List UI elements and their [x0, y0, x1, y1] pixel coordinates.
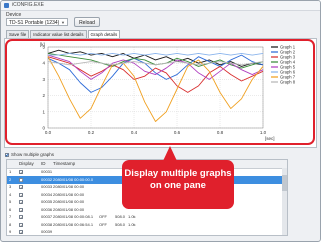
app-window: iCONFIG.EXE Device TD-S1 Portable (1234)… [0, 0, 321, 242]
row-display-checkbox[interactable]: ✓ [19, 185, 23, 190]
show-multiple-graphs-checkbox[interactable] [5, 153, 9, 157]
row-timestamp: 2080/01/08 00:06:54.1 [53, 221, 94, 227]
row-id: 00039 [41, 229, 53, 234]
tab-bar: Save file Indicator value list details G… [6, 30, 121, 39]
row-number: 9 [9, 229, 12, 234]
row-number: 8 [9, 221, 12, 227]
row-id: 00034 [41, 191, 53, 197]
graph-highlight-frame [5, 39, 315, 145]
header-id[interactable]: ID [41, 161, 46, 166]
tab-indicator-value-list[interactable]: Indicator value list details [30, 30, 87, 38]
row-id: 00032 [41, 176, 53, 182]
row-display-checkbox[interactable]: ✓ [19, 200, 23, 205]
app-icon [4, 3, 9, 8]
tab-save-file[interactable]: Save file [6, 30, 30, 38]
row-state: OFF [99, 214, 107, 219]
device-select[interactable]: TD-S1 Portable (1234) ▼ [6, 18, 68, 26]
row-id: 00038 [41, 221, 53, 227]
row-timestamp: 2080/01/08 00:00 [53, 199, 85, 204]
row-display-checkbox[interactable]: ✓ [19, 230, 23, 235]
row-number: 4 [9, 191, 12, 197]
row-display-checkbox[interactable]: ✓ [19, 177, 23, 182]
row-timestamp: 2080/01/08 00:00:00.0 [53, 176, 94, 182]
row-number: 5 [9, 199, 12, 204]
header-display[interactable]: Display [19, 161, 34, 166]
title-bar: iCONFIG.EXE [1, 1, 320, 11]
table-row[interactable]: ✓ 9 00039 [7, 228, 287, 235]
callout-arrow [163, 146, 177, 161]
row-id: 00036 [41, 206, 53, 212]
row-timestamp: 2080/01/08 00:00:08.1 [53, 214, 94, 219]
row-display-checkbox[interactable]: ✓ [19, 222, 23, 227]
row-id: 00033 [41, 184, 53, 189]
row-timestamp: 2080/01/08 00:00 [53, 191, 85, 197]
row-display-checkbox[interactable]: ✓ [19, 170, 23, 175]
row-number: 7 [9, 214, 12, 219]
row-unit: 1.0k [128, 221, 136, 227]
header-timestamp[interactable]: Timestamp [53, 161, 75, 166]
row-id: 00035 [41, 199, 53, 204]
row-value: 508.0 [115, 221, 126, 227]
row-display-checkbox[interactable]: ✓ [19, 215, 23, 220]
row-id: 00037 [41, 214, 53, 219]
row-display-checkbox[interactable]: ✓ [19, 207, 23, 212]
row-unit: 1.0k [128, 214, 136, 219]
device-select-value: TD-S1 Portable (1234) [9, 20, 60, 26]
row-id: 00031 [41, 169, 53, 174]
checkmark-icon [5, 153, 9, 157]
window-title: iCONFIG.EXE [12, 2, 44, 8]
row-number: 3 [9, 184, 12, 189]
table-scrollbar-thumb[interactable] [282, 175, 287, 191]
row-timestamp: 2080/01/08 00:00 [53, 206, 85, 212]
reload-button[interactable]: Reload [74, 17, 100, 27]
callout-box: Display multiple graphs on one pane [122, 160, 234, 209]
row-display-checkbox[interactable]: ✓ [19, 192, 23, 197]
row-state: OFF [99, 221, 107, 227]
row-value: 508.0 [115, 214, 126, 219]
row-timestamp: 2080/01/08 00:00 [53, 184, 85, 189]
row-number: 2 [9, 176, 12, 182]
callout-text: Display multiple graphs on one pane [124, 168, 232, 191]
row-number: 1 [9, 169, 12, 174]
chevron-down-icon: ▼ [61, 20, 65, 25]
row-number: 6 [9, 206, 12, 212]
show-multiple-graphs-label: Show multiple graphs [11, 152, 55, 157]
